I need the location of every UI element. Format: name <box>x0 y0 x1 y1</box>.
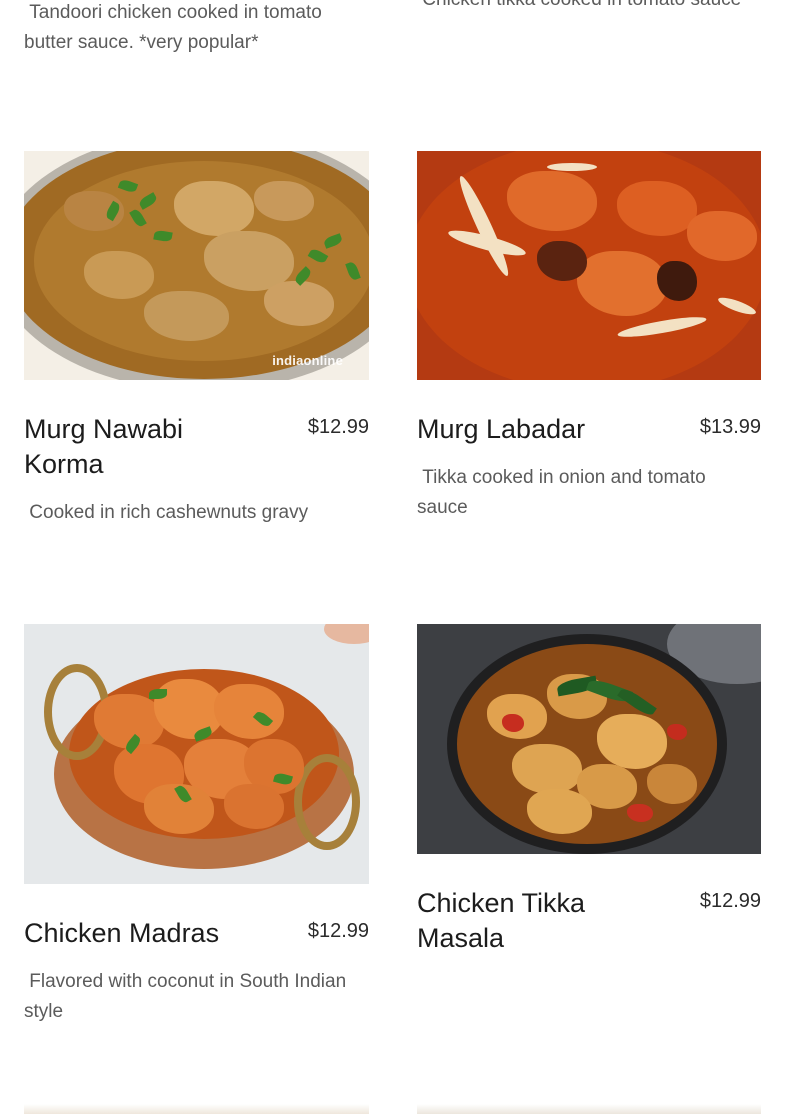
menu-page: Tandoori chicken cooked in tomato butter… <box>0 0 785 1114</box>
item-name[interactable]: Chicken Tikka Masala <box>417 886 637 956</box>
item-header: Chicken Madras $12.99 <box>24 916 369 951</box>
item-price: $12.99 <box>307 920 369 942</box>
item-description: Tandoori chicken cooked in tomato butter… <box>24 2 328 53</box>
item-photo-murg-labadar[interactable] <box>417 151 761 380</box>
item-name[interactable]: Chicken Madras <box>24 916 219 951</box>
item-photo-chicken-madras[interactable] <box>24 624 369 884</box>
item-description-block: Cooked in rich cashewnuts gravy <box>24 498 369 528</box>
item-price: $12.99 <box>699 890 761 912</box>
partial-item-photo <box>417 1104 761 1114</box>
item-name[interactable]: Murg Labadar <box>417 412 585 447</box>
item-header: Murg Nawabi Korma $12.99 <box>24 412 369 482</box>
item-photo-murg-nawabi-korma[interactable]: indiaonline <box>24 151 369 380</box>
item-description-block: Tikka cooked in onion and tomato sauce <box>417 463 761 523</box>
item-price: $12.99 <box>307 416 369 438</box>
partial-item-photo <box>24 1104 369 1114</box>
photo-watermark: indiaonline <box>272 353 343 368</box>
item-description-block: Flavored with coconut in South Indian st… <box>24 967 369 1027</box>
item-description: Cooked in rich cashewnuts gravy <box>24 502 309 523</box>
item-price: $13.99 <box>699 416 761 438</box>
item-photo-chicken-tikka-masala[interactable] <box>417 624 761 854</box>
item-description: Chicken tikka cooked in tomato sauce <box>417 0 761 15</box>
item-name[interactable]: Murg Nawabi Korma <box>24 412 244 482</box>
item-description: Flavored with coconut in South Indian st… <box>24 971 352 1022</box>
item-header: Murg Labadar $13.99 <box>417 412 761 447</box>
partial-item-left: Tandoori chicken cooked in tomato butter… <box>24 0 369 58</box>
item-header: Chicken Tikka Masala $12.99 <box>417 886 761 956</box>
partial-item-right: Chicken tikka cooked in tomato sauce <box>417 0 761 15</box>
item-description: Tikka cooked in onion and tomato sauce <box>417 467 711 518</box>
